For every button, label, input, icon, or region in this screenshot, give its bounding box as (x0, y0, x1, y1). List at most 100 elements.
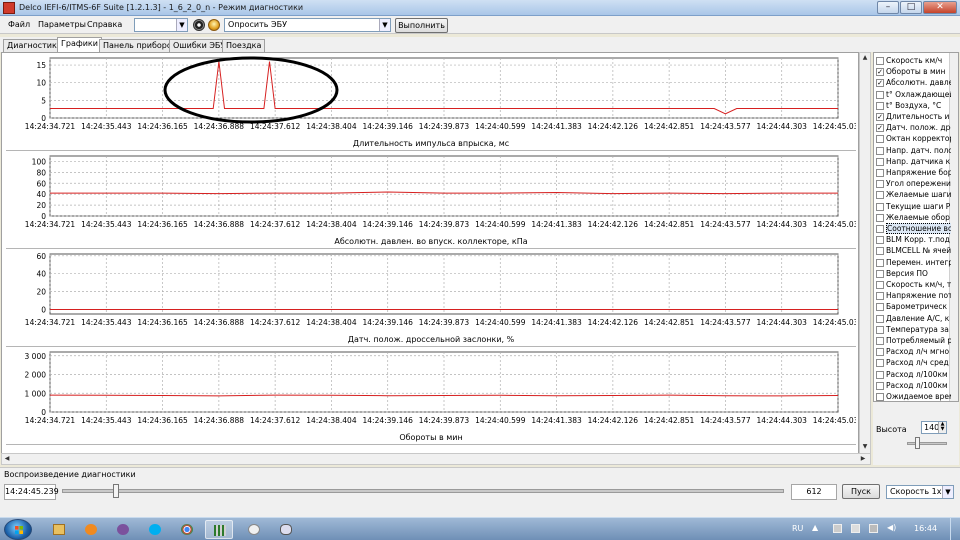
parameter-checkbox[interactable] (876, 247, 884, 256)
parameter-item[interactable]: ✓ Длительность и (875, 111, 951, 122)
playback-slider-thumb[interactable] (112, 484, 119, 498)
height-slider[interactable] (907, 442, 947, 445)
parameter-checkbox[interactable] (876, 292, 884, 301)
connect-icon[interactable] (193, 19, 205, 31)
ecu-select[interactable]: Опросить ЭБУ ▼ (224, 18, 391, 32)
parameter-checkbox[interactable] (876, 90, 884, 99)
parameter-checkbox[interactable] (876, 337, 884, 345)
menu-help[interactable]: Справка (87, 20, 122, 29)
parameter-item[interactable]: Расход л/ч мгно (875, 346, 951, 357)
parameter-item[interactable]: ✓ Обороты в мин (875, 66, 951, 77)
parameter-checkbox[interactable] (876, 146, 884, 155)
parameter-checkbox[interactable] (876, 213, 884, 222)
parameter-item[interactable]: Скорость км/ч (875, 55, 951, 66)
parameter-checkbox[interactable] (876, 202, 884, 211)
parameter-checkbox[interactable] (876, 135, 884, 144)
parameter-item[interactable]: Напряжение бор (875, 167, 951, 178)
parameter-checkbox[interactable]: ✓ (876, 68, 884, 77)
parameter-item[interactable]: Угол опережени (875, 178, 951, 189)
scroll-left-icon[interactable]: ◀ (2, 454, 12, 464)
parameter-item[interactable]: Соотношение во (875, 223, 951, 234)
parameter-item[interactable]: Потребляемый р (875, 335, 951, 346)
parameter-checkbox[interactable] (876, 381, 884, 390)
parameter-checkbox[interactable] (876, 258, 884, 267)
menu-parameters[interactable]: Параметры (38, 20, 86, 29)
parameter-checkbox[interactable] (876, 314, 884, 323)
parameter-item[interactable]: Перемен. интегр (875, 257, 951, 268)
bulb-icon[interactable] (208, 19, 220, 31)
parameter-item[interactable]: Ожидаемое врем (875, 391, 951, 401)
parameter-item[interactable]: Давление A/C, к (875, 313, 951, 324)
parameter-checkbox[interactable] (876, 348, 884, 357)
tab-ecu-errors[interactable]: Ошибки ЭБУ (169, 39, 230, 52)
scroll-down-icon[interactable]: ▼ (860, 442, 870, 452)
taskbar-chrome[interactable] (173, 520, 201, 539)
parameter-item[interactable]: Октан корректор (875, 133, 951, 144)
height-spinner[interactable]: 140 ▲ ▼ (921, 421, 947, 434)
menu-file[interactable]: Файл (8, 20, 30, 29)
parameter-item[interactable]: ✓ Абсолютн. давлен (875, 77, 951, 88)
parameter-checkbox[interactable] (876, 303, 884, 312)
parameter-item[interactable]: Расход л/100км (875, 380, 951, 391)
parameter-item[interactable]: t° Охлаждающей (875, 89, 951, 100)
port-select[interactable]: ▼ (134, 18, 188, 32)
parameter-checkbox[interactable] (876, 269, 884, 278)
tab-graphs[interactable]: Графики (57, 37, 102, 52)
parameter-checkbox[interactable]: ✓ (876, 124, 884, 133)
show-desktop-button[interactable] (950, 518, 960, 540)
parameter-item[interactable]: Расход л/100км (875, 369, 951, 380)
parameter-item[interactable]: Желаемые обор (875, 212, 951, 223)
charts-horizontal-scrollbar[interactable]: ◀ ▶ (1, 453, 871, 465)
speed-select[interactable]: Скорость 1х ▼ (886, 485, 954, 499)
parameter-checkbox[interactable] (876, 325, 884, 334)
parameter-checkbox[interactable] (876, 57, 884, 65)
close-button[interactable]: ✕ (923, 1, 957, 14)
volume-icon[interactable]: ◀) (887, 523, 896, 532)
network-icon[interactable] (833, 524, 842, 533)
taskbar-media-player[interactable] (77, 520, 105, 539)
parameter-checkbox[interactable] (876, 180, 884, 189)
charts-vertical-scrollbar[interactable]: ▲ ▼ (859, 52, 871, 465)
parameter-checkbox[interactable] (876, 281, 884, 289)
taskbar-delco-app[interactable] (205, 520, 233, 539)
minimize-button[interactable]: – (877, 1, 899, 14)
action-center-icon[interactable] (851, 524, 860, 533)
parameter-item[interactable]: Напр. датчика к (875, 156, 951, 167)
parameter-checkbox[interactable] (876, 359, 884, 368)
taskbar-viber[interactable] (109, 520, 137, 539)
parameter-item[interactable]: Расход л/ч сред (875, 357, 951, 368)
playback-slider[interactable] (62, 489, 784, 493)
parameter-item[interactable]: Напр. датч. поло (875, 145, 951, 156)
parameter-checkbox[interactable] (876, 191, 884, 200)
parameter-item[interactable]: Желаемые шаги (875, 189, 951, 200)
parameter-item[interactable]: Барометрическ (875, 301, 951, 312)
parameter-checkbox[interactable] (876, 157, 884, 166)
clock[interactable]: 16:44 (914, 524, 937, 533)
parameter-checkbox[interactable] (876, 225, 884, 233)
parameter-checkbox[interactable] (876, 393, 884, 401)
parameter-item[interactable]: t° Воздуха, °C (875, 100, 951, 111)
language-indicator[interactable]: RU (792, 524, 803, 533)
parameter-item[interactable]: BLMCELL № ячей (875, 245, 951, 256)
parameter-checkbox[interactable]: ✓ (876, 113, 884, 121)
parameter-item[interactable]: Скорость км/ч, т (875, 279, 951, 290)
parameter-checkbox[interactable] (876, 236, 884, 245)
parameter-item[interactable]: Температура за (875, 324, 951, 335)
tray-expand-icon[interactable]: ▲ (812, 523, 818, 532)
scroll-up-icon[interactable]: ▲ (860, 53, 870, 63)
execute-button[interactable]: Выполнить (395, 18, 448, 33)
parameter-item[interactable]: Напряжение пот (875, 290, 951, 301)
spinner-arrows-icon[interactable]: ▲ ▼ (938, 422, 946, 433)
taskbar-paint[interactable] (240, 520, 268, 539)
parameter-checkbox[interactable] (876, 101, 884, 110)
parameter-item[interactable]: Версия ПО (875, 268, 951, 279)
scroll-right-icon[interactable]: ▶ (858, 454, 868, 464)
maximize-button[interactable]: □ (900, 1, 922, 14)
parameter-item[interactable]: Текущие шаги Р (875, 201, 951, 212)
parameter-checkbox[interactable]: ✓ (876, 79, 884, 88)
tab-trip[interactable]: Поездка (222, 39, 266, 52)
start-button[interactable]: Пуск (842, 484, 880, 499)
parameter-item[interactable]: BLM Корр. т.под (875, 234, 951, 245)
taskbar-skype[interactable] (141, 520, 169, 539)
taskbar-app-eye[interactable] (272, 520, 300, 539)
